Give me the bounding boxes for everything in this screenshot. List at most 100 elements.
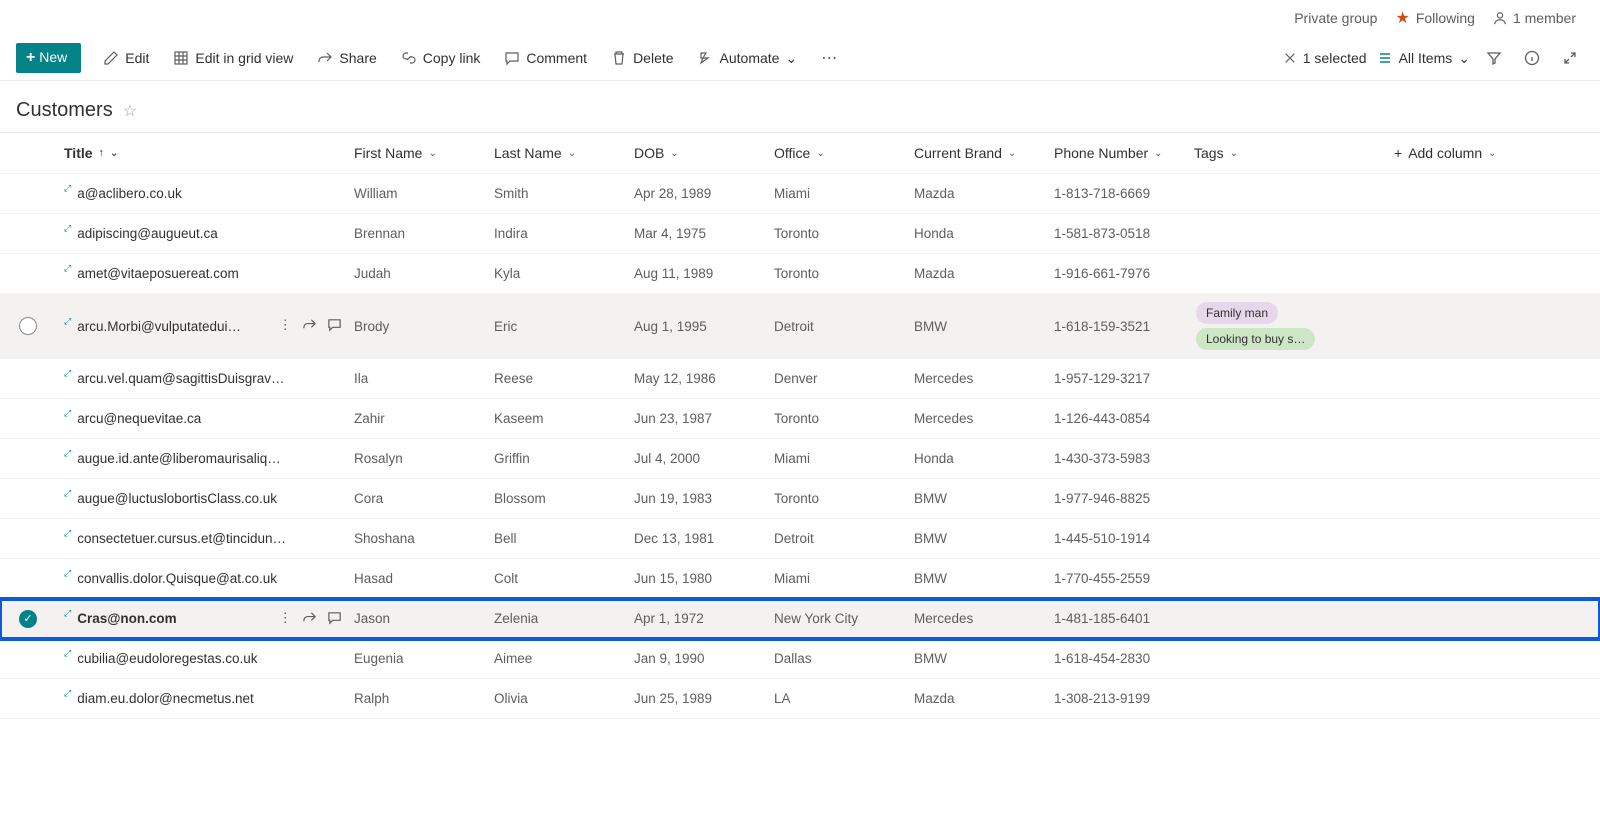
clear-selection[interactable]: 1 selected <box>1283 50 1367 66</box>
phone-cell: 1-618-159-3521 <box>1046 313 1186 340</box>
follow-button[interactable]: ★ Following <box>1395 8 1474 28</box>
table-row[interactable]: ⤢amet@vitaeposuereat.comJudahKylaAug 11,… <box>0 254 1600 294</box>
col-first-name[interactable]: First Name ⌄ <box>346 139 486 167</box>
chevron-down-icon: ⌄ <box>428 148 436 159</box>
tags-cell <box>1186 533 1386 545</box>
overflow-button[interactable]: ⋯ <box>811 42 848 74</box>
info-button[interactable] <box>1518 44 1546 72</box>
col-label: Phone Number <box>1054 145 1148 161</box>
last-name-cell: Aimee <box>486 645 626 672</box>
copy-link-label: Copy link <box>423 50 481 66</box>
add-column-button[interactable]: + Add column ⌄ <box>1386 139 1600 167</box>
table-row[interactable]: ⤢arcu@nequevitae.caZahirKaseemJun 23, 19… <box>0 399 1600 439</box>
close-icon <box>1283 51 1297 65</box>
col-brand[interactable]: Current Brand ⌄ <box>906 139 1046 167</box>
automate-button[interactable]: Automate ⌄ <box>688 44 808 73</box>
row-selector[interactable]: ✓ <box>0 604 56 634</box>
table-row[interactable]: ✓⤢Cras@non.com⋮JasonZeleniaApr 1, 1972Ne… <box>0 599 1600 639</box>
title-cell[interactable]: ⤢convallis.dolor.Quisque@at.co.uk <box>56 565 346 592</box>
star-icon: ★ <box>1395 8 1409 28</box>
row-selector[interactable] <box>0 311 56 341</box>
col-label: Current Brand <box>914 145 1002 161</box>
col-label: DOB <box>634 145 664 161</box>
comment-icon[interactable] <box>327 610 342 628</box>
link-icon <box>401 50 417 66</box>
row-selector[interactable] <box>0 453 56 465</box>
title-cell[interactable]: ⤢augue.id.ante@liberomaurisaliquam.co.uk <box>56 445 346 472</box>
col-office[interactable]: Office ⌄ <box>766 139 906 167</box>
filter-button[interactable] <box>1480 44 1508 72</box>
title-cell[interactable]: ⤢adipiscing@augueut.ca <box>56 220 346 247</box>
more-icon[interactable]: ⋮ <box>279 317 293 335</box>
chevron-down-icon: ⌄ <box>568 148 576 159</box>
item-type-icon: ⤢ <box>64 223 71 234</box>
row-selector[interactable] <box>0 493 56 505</box>
row-selector[interactable] <box>0 533 56 545</box>
first-name-cell: Ila <box>346 365 486 392</box>
edit-grid-button[interactable]: Edit in grid view <box>163 44 303 72</box>
table-row[interactable]: ⤢augue.id.ante@liberomaurisaliquam.co.uk… <box>0 439 1600 479</box>
data-grid: Title ↑ ⌄ First Name ⌄ Last Name ⌄ DOB ⌄… <box>0 132 1600 719</box>
table-row[interactable]: ⤢diam.eu.dolor@necmetus.netRalphOliviaJu… <box>0 679 1600 719</box>
share-icon[interactable] <box>302 610 317 628</box>
title-cell[interactable]: ⤢arcu.Morbi@vulputatedui…⋮ <box>56 313 346 340</box>
favorite-icon[interactable]: ☆ <box>123 101 137 121</box>
title-cell[interactable]: ⤢amet@vitaeposuereat.com <box>56 260 346 287</box>
row-selector[interactable] <box>0 228 56 240</box>
row-selector[interactable] <box>0 373 56 385</box>
tag-pill[interactable]: Family man <box>1196 302 1278 324</box>
expand-button[interactable] <box>1556 44 1584 72</box>
comment-icon[interactable] <box>327 317 342 335</box>
members-button[interactable]: 1 member <box>1493 10 1576 26</box>
title-cell[interactable]: ⤢cubilia@eudoloregestas.co.uk <box>56 645 346 672</box>
person-icon <box>1493 11 1507 25</box>
brand-cell: Mazda <box>906 685 1046 712</box>
table-row[interactable]: ⤢arcu.Morbi@vulputatedui…⋮BrodyEricAug 1… <box>0 294 1600 359</box>
title-cell[interactable]: ⤢Cras@non.com⋮ <box>56 605 346 632</box>
title-cell[interactable]: ⤢augue@luctuslobortisClass.co.uk <box>56 485 346 512</box>
row-selector[interactable] <box>0 188 56 200</box>
table-row[interactable]: ⤢arcu.vel.quam@sagittisDuisgravida.comIl… <box>0 359 1600 399</box>
table-row[interactable]: ⤢augue@luctuslobortisClass.co.ukCoraBlos… <box>0 479 1600 519</box>
share-icon[interactable] <box>302 317 317 335</box>
share-button[interactable]: Share <box>307 44 386 72</box>
table-row[interactable]: ⤢a@aclibero.co.ukWilliamSmithApr 28, 198… <box>0 174 1600 214</box>
delete-button[interactable]: Delete <box>601 44 683 72</box>
tags-cell: Family man Looking to buy s… <box>1186 294 1386 358</box>
comment-button[interactable]: Comment <box>494 44 597 72</box>
list-title-bar: Customers ☆ <box>0 81 1600 132</box>
copy-link-button[interactable]: Copy link <box>391 44 491 72</box>
row-selector[interactable] <box>0 653 56 665</box>
office-cell: Toronto <box>766 260 906 287</box>
empty-cell <box>1386 188 1600 200</box>
row-selector[interactable] <box>0 573 56 585</box>
more-icon[interactable]: ⋮ <box>279 610 293 628</box>
title-text: consectetuer.cursus.et@tinciduntDonec.co… <box>77 531 287 546</box>
col-tags[interactable]: Tags ⌄ <box>1186 139 1386 167</box>
title-cell[interactable]: ⤢arcu@nequevitae.ca <box>56 405 346 432</box>
title-cell[interactable]: ⤢a@aclibero.co.uk <box>56 180 346 207</box>
row-selector[interactable] <box>0 413 56 425</box>
table-row[interactable]: ⤢cubilia@eudoloregestas.co.ukEugeniaAime… <box>0 639 1600 679</box>
table-row[interactable]: ⤢adipiscing@augueut.caBrennanIndiraMar 4… <box>0 214 1600 254</box>
row-selector[interactable] <box>0 268 56 280</box>
tags-cell <box>1186 373 1386 385</box>
select-all[interactable] <box>0 147 56 159</box>
brand-cell: Mazda <box>906 180 1046 207</box>
edit-button[interactable]: Edit <box>93 44 159 72</box>
title-cell[interactable]: ⤢consectetuer.cursus.et@tinciduntDonec.c… <box>56 525 346 552</box>
item-type-icon: ⤢ <box>64 608 71 619</box>
title-cell[interactable]: ⤢arcu.vel.quam@sagittisDuisgravida.com <box>56 365 346 392</box>
table-row[interactable]: ⤢consectetuer.cursus.et@tinciduntDonec.c… <box>0 519 1600 559</box>
view-selector[interactable]: All Items ⌄ <box>1377 50 1470 67</box>
table-row[interactable]: ⤢convallis.dolor.Quisque@at.co.ukHasadCo… <box>0 559 1600 599</box>
new-button[interactable]: + New <box>16 43 81 73</box>
office-cell: Detroit <box>766 313 906 340</box>
tag-pill[interactable]: Looking to buy s… <box>1196 328 1315 350</box>
row-selector[interactable] <box>0 693 56 705</box>
col-phone[interactable]: Phone Number ⌄ <box>1046 139 1186 167</box>
title-cell[interactable]: ⤢diam.eu.dolor@necmetus.net <box>56 685 346 712</box>
col-dob[interactable]: DOB ⌄ <box>626 139 766 167</box>
col-last-name[interactable]: Last Name ⌄ <box>486 139 626 167</box>
col-title[interactable]: Title ↑ ⌄ <box>56 139 346 167</box>
